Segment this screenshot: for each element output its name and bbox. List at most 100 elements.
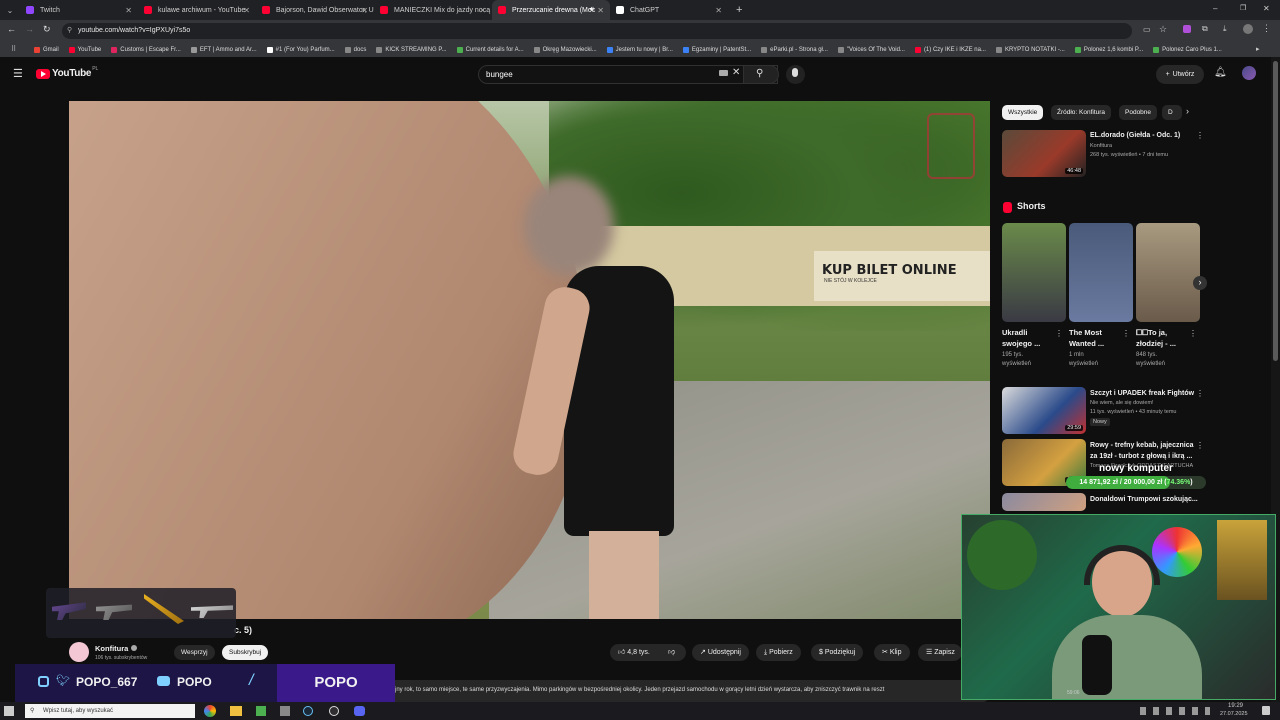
rec-top-thumbnail[interactable]: 46:48 (1002, 130, 1086, 177)
tab-close-icon[interactable]: ✕ (715, 6, 722, 15)
bookmark-item[interactable]: Gmail (34, 46, 59, 53)
install-icon[interactable]: ▭ (1143, 25, 1151, 34)
clip-button[interactable]: ✂ Klip (874, 644, 910, 661)
channel-avatar[interactable] (69, 642, 89, 662)
rec-channel[interactable]: Nie wiem, ale się dowiem! (1090, 400, 1154, 407)
extension-icon[interactable] (1183, 25, 1191, 33)
short-more-icon[interactable]: ⋮ (1122, 329, 1130, 338)
short-thumbnail[interactable] (1136, 223, 1200, 322)
tab-close-icon[interactable]: ✕ (597, 6, 604, 15)
share-button[interactable]: ↗ Udostępnij (692, 644, 749, 661)
new-tab-button[interactable]: + (736, 4, 742, 16)
browser-tab[interactable]: ChatGPT ✕ (610, 0, 728, 20)
start-icon[interactable] (4, 706, 14, 716)
all-bookmarks-icon[interactable]: ▸ (1256, 45, 1260, 53)
bookmark-item[interactable]: Egzaminy | PatentSt... (682, 46, 751, 53)
rec-more-icon[interactable]: ⋮ (1196, 389, 1204, 398)
taskbar-app-icon-1[interactable] (256, 706, 266, 716)
short-title-line1[interactable]: ⧠⧠To ja, (1136, 328, 1167, 337)
tray-icons[interactable] (1140, 707, 1210, 715)
short-title-line2[interactable]: swojego ... (1002, 339, 1040, 348)
tab-close-icon[interactable]: ✕ (125, 6, 132, 15)
tab-audio-icon[interactable]: 🔊︎ (590, 6, 594, 14)
clock-time[interactable]: 19:29 (1228, 703, 1243, 709)
browser-tab[interactable]: Twitch ✕ (20, 0, 138, 20)
window-maximize-icon[interactable]: ❐ (1240, 4, 1246, 12)
rec-top-more-icon[interactable]: ⋮ (1196, 131, 1204, 140)
support-button[interactable]: Wesprzyj (174, 645, 215, 660)
browser-tab[interactable]: Bajorson, Dawid Obserwator, U ✕ (256, 0, 374, 20)
short-title-line2[interactable]: Wanted ... (1069, 339, 1104, 348)
tab-close-icon[interactable]: ✕ (361, 6, 368, 15)
back-icon[interactable]: ← (7, 24, 16, 34)
taskbar-discord-icon[interactable] (354, 706, 365, 716)
bookmark-item[interactable]: Jestem tu nowy | Br... (606, 46, 673, 53)
taskbar-app-icon-2[interactable] (280, 706, 290, 716)
reload-icon[interactable]: ↻ (43, 24, 51, 35)
forward-icon[interactable]: → (25, 24, 34, 34)
video-player[interactable]: KUP BILET ONLINE NIE STÓJ W KOLEJCE (69, 101, 990, 619)
tab-close-icon[interactable]: ✕ (243, 6, 250, 15)
taskbar-steam-icon[interactable] (303, 706, 313, 716)
bookmark-item[interactable]: KICK STREAMING P... (376, 46, 447, 53)
tab-menu-icon[interactable]: ⌄ (0, 6, 20, 15)
search-button[interactable]: ⚲ (743, 65, 779, 84)
subscribe-button[interactable]: Subskrybuj (222, 645, 269, 660)
bookmark-item[interactable]: Current details for A... (456, 46, 524, 53)
hamburger-menu-icon[interactable]: ☰ (13, 67, 23, 80)
voice-search-button[interactable] (786, 65, 805, 84)
browser-tab[interactable]: Przerzucanie drewna (Moc 🔊︎ ✕ (492, 0, 610, 20)
notifications-bell-icon[interactable]: 🔔︎ (1214, 67, 1227, 78)
bookmark-item[interactable]: Polonez 1,6 kombi P... (1074, 46, 1143, 53)
downloads-icon[interactable]: ⤓ (1223, 24, 1227, 34)
rec-top-title[interactable]: EL.dorado (Giełda - Odc. 1) (1090, 131, 1180, 140)
account-avatar[interactable] (1242, 66, 1256, 80)
keyboard-icon[interactable] (719, 70, 728, 76)
short-title-line1[interactable]: The Most (1069, 328, 1102, 337)
taskbar-explorer-icon[interactable] (230, 706, 242, 716)
create-button[interactable]: + Utwórz (1156, 65, 1204, 84)
browser-tab[interactable]: MANIECZKI Mix do jazdy nocą ✕ (374, 0, 492, 20)
clock-date[interactable]: 27.07.2025 (1220, 711, 1248, 717)
bookmark-item[interactable]: "Voices Of The Void... (837, 46, 905, 53)
short-title-line2[interactable]: złodziej - ... (1136, 339, 1176, 348)
rec-top-channel[interactable]: Konfitura (1090, 143, 1112, 150)
taskbar-obs-icon[interactable] (329, 706, 339, 716)
site-info-icon[interactable]: ⚲ (67, 23, 72, 39)
bookmark-item[interactable]: Okręg Mazowiecki... (533, 46, 597, 53)
notification-center-icon[interactable] (1262, 706, 1270, 715)
browser-tab[interactable]: kulawe archiwum - YouTube ✕ (138, 0, 256, 20)
channel-name[interactable]: Konfitura (95, 644, 128, 653)
clear-search-icon[interactable]: ✕ (732, 67, 740, 78)
apps-grid-icon[interactable]: ⠿ (11, 45, 16, 53)
profile-avatar[interactable] (1243, 24, 1253, 34)
taskbar-search[interactable]: ⚲ Wpisz tutaj, aby wyszukać (25, 704, 195, 718)
filter-chip[interactable]: Źródło: Konfitura (1051, 105, 1112, 120)
window-close-icon[interactable]: ✕ (1263, 4, 1270, 13)
rec-thumbnail[interactable]: 29:59 (1002, 387, 1086, 434)
bookmark-star-icon[interactable]: ☆ (1159, 24, 1167, 35)
rec-title-line2[interactable]: za 19zł - turbot z głową i ikrą ... (1090, 452, 1192, 461)
extensions-puzzle-icon[interactable]: ⧉ (1202, 24, 1208, 34)
filter-chip[interactable]: Wszystkie (1002, 105, 1044, 120)
short-more-icon[interactable]: ⋮ (1055, 329, 1063, 338)
window-minimize-icon[interactable]: – (1213, 4, 1217, 13)
thanks-button[interactable]: $ Podziękuj (811, 644, 864, 661)
bookmark-item[interactable]: KRYPTO NOTATKI -... (995, 46, 1065, 53)
rec-more-icon[interactable]: ⋮ (1196, 441, 1204, 450)
youtube-logo[interactable]: YouTube PL (36, 66, 98, 79)
filter-chip[interactable]: Podobne (1119, 105, 1158, 120)
bookmark-item[interactable]: (1) Czy IKE i IKZE na... (914, 46, 986, 53)
short-thumbnail[interactable] (1002, 223, 1066, 322)
chips-next-icon[interactable]: › (1186, 106, 1189, 116)
short-title-line1[interactable]: Ukradli (1002, 328, 1027, 337)
taskbar-chrome-icon[interactable] (204, 705, 216, 717)
short-more-icon[interactable]: ⋮ (1189, 329, 1197, 338)
rec-title[interactable]: Szczyt i UPADEK freak Fightów (1090, 389, 1194, 398)
browser-menu-icon[interactable]: ⋮ (1262, 23, 1271, 34)
address-bar[interactable]: ⚲ youtube.com/watch?v=IgPXUyi7s5o (62, 23, 1132, 39)
bookmark-item[interactable]: Polonez Caro Plus 1... (1153, 46, 1222, 53)
bookmark-item[interactable]: YouTube (68, 46, 101, 53)
tab-close-icon[interactable]: ✕ (479, 6, 486, 15)
bookmark-item[interactable]: #1 (For You) Parfum... (266, 46, 335, 53)
